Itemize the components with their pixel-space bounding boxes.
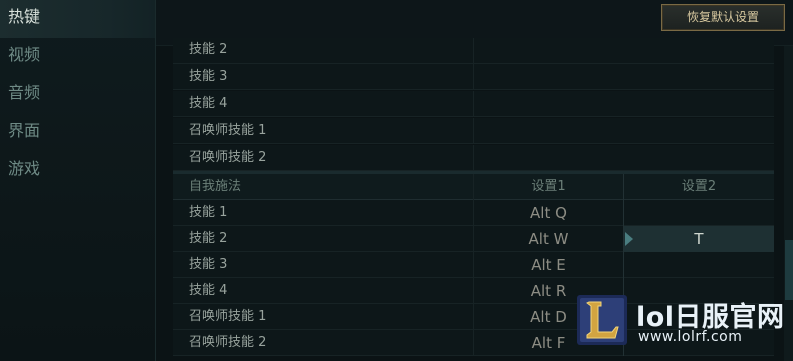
hotkey-action-label: 技能 1 <box>189 205 228 220</box>
table-row[interactable]: 召唤师技能 1 <box>173 118 774 144</box>
sidebar-item-game[interactable]: 游戏 <box>0 152 155 190</box>
hotkey-setting1-cell[interactable] <box>473 38 623 64</box>
hotkey-setting1-cell[interactable]: Alt W <box>473 226 623 252</box>
hotkey-action-label: 技能 3 <box>189 69 228 84</box>
hotkey-settings-window: 热键 视频 音频 界面 游戏 恢复默认设置 技能 2 技能 3 技能 4 召唤师… <box>0 0 793 361</box>
hotkey-action-label: 技能 4 <box>189 283 228 298</box>
table-row[interactable]: 技能 2 <box>173 38 774 64</box>
sidebar-item-interface[interactable]: 界面 <box>0 114 155 152</box>
section-title: 自我施法 <box>189 179 242 194</box>
watermark-url: www.lolrf.com <box>638 329 743 345</box>
hotkey-setting2-cell[interactable]: T <box>623 226 774 252</box>
column-header-setting1: 设置1 <box>473 174 623 200</box>
table-row[interactable]: 技能 3 Alt E <box>173 252 774 278</box>
selection-arrow-icon <box>625 232 633 246</box>
settings-sidebar: 热键 视频 音频 界面 游戏 <box>0 0 156 361</box>
table-row[interactable]: 召唤师技能 2 <box>173 145 774 171</box>
hotkey-action-label: 召唤师技能 1 <box>189 123 267 138</box>
hotkey-action-label: 召唤师技能 1 <box>189 309 267 324</box>
hotkey-setting1-cell[interactable] <box>473 145 623 171</box>
hotkey-action-label: 技能 2 <box>189 42 228 57</box>
hotkey-action-label: 召唤师技能 2 <box>189 335 267 350</box>
table-row-selected[interactable]: 技能 2 Alt W T <box>173 226 774 252</box>
hotkey-action-label: 召唤师技能 2 <box>189 150 267 165</box>
scrollbar-track[interactable] <box>784 46 793 361</box>
sidebar-item-video[interactable]: 视频 <box>0 38 155 76</box>
hotkey-setting2-cell[interactable] <box>623 252 774 278</box>
hotkey-setting1-cell[interactable]: Alt Q <box>473 200 623 226</box>
hotkey-action-label: 技能 4 <box>189 96 228 111</box>
table-row[interactable]: 技能 1 Alt Q <box>173 200 774 226</box>
table-row[interactable]: 技能 3 <box>173 64 774 90</box>
hotkey-setting1-cell[interactable] <box>473 91 623 117</box>
hotkey-setting2-cell[interactable] <box>623 200 774 226</box>
sidebar-item-hotkeys[interactable]: 热键 <box>0 0 155 38</box>
table-row[interactable]: 技能 4 <box>173 91 774 117</box>
column-header-setting2: 设置2 <box>623 174 774 200</box>
hotkey-setting1-cell[interactable] <box>473 118 623 144</box>
sidebar-item-audio[interactable]: 音频 <box>0 76 155 114</box>
scrollbar-thumb[interactable] <box>785 240 793 300</box>
hotkey-action-label: 技能 3 <box>189 257 228 272</box>
hotkey-setting1-cell[interactable] <box>473 64 623 90</box>
restore-defaults-button[interactable]: 恢复默认设置 <box>661 4 785 31</box>
hotkey-action-label: 技能 2 <box>189 231 228 246</box>
section-header-row: 自我施法 设置1 设置2 <box>173 174 774 200</box>
lol-logo-icon <box>577 295 627 345</box>
hotkey-setting1-cell[interactable]: Alt E <box>473 252 623 278</box>
